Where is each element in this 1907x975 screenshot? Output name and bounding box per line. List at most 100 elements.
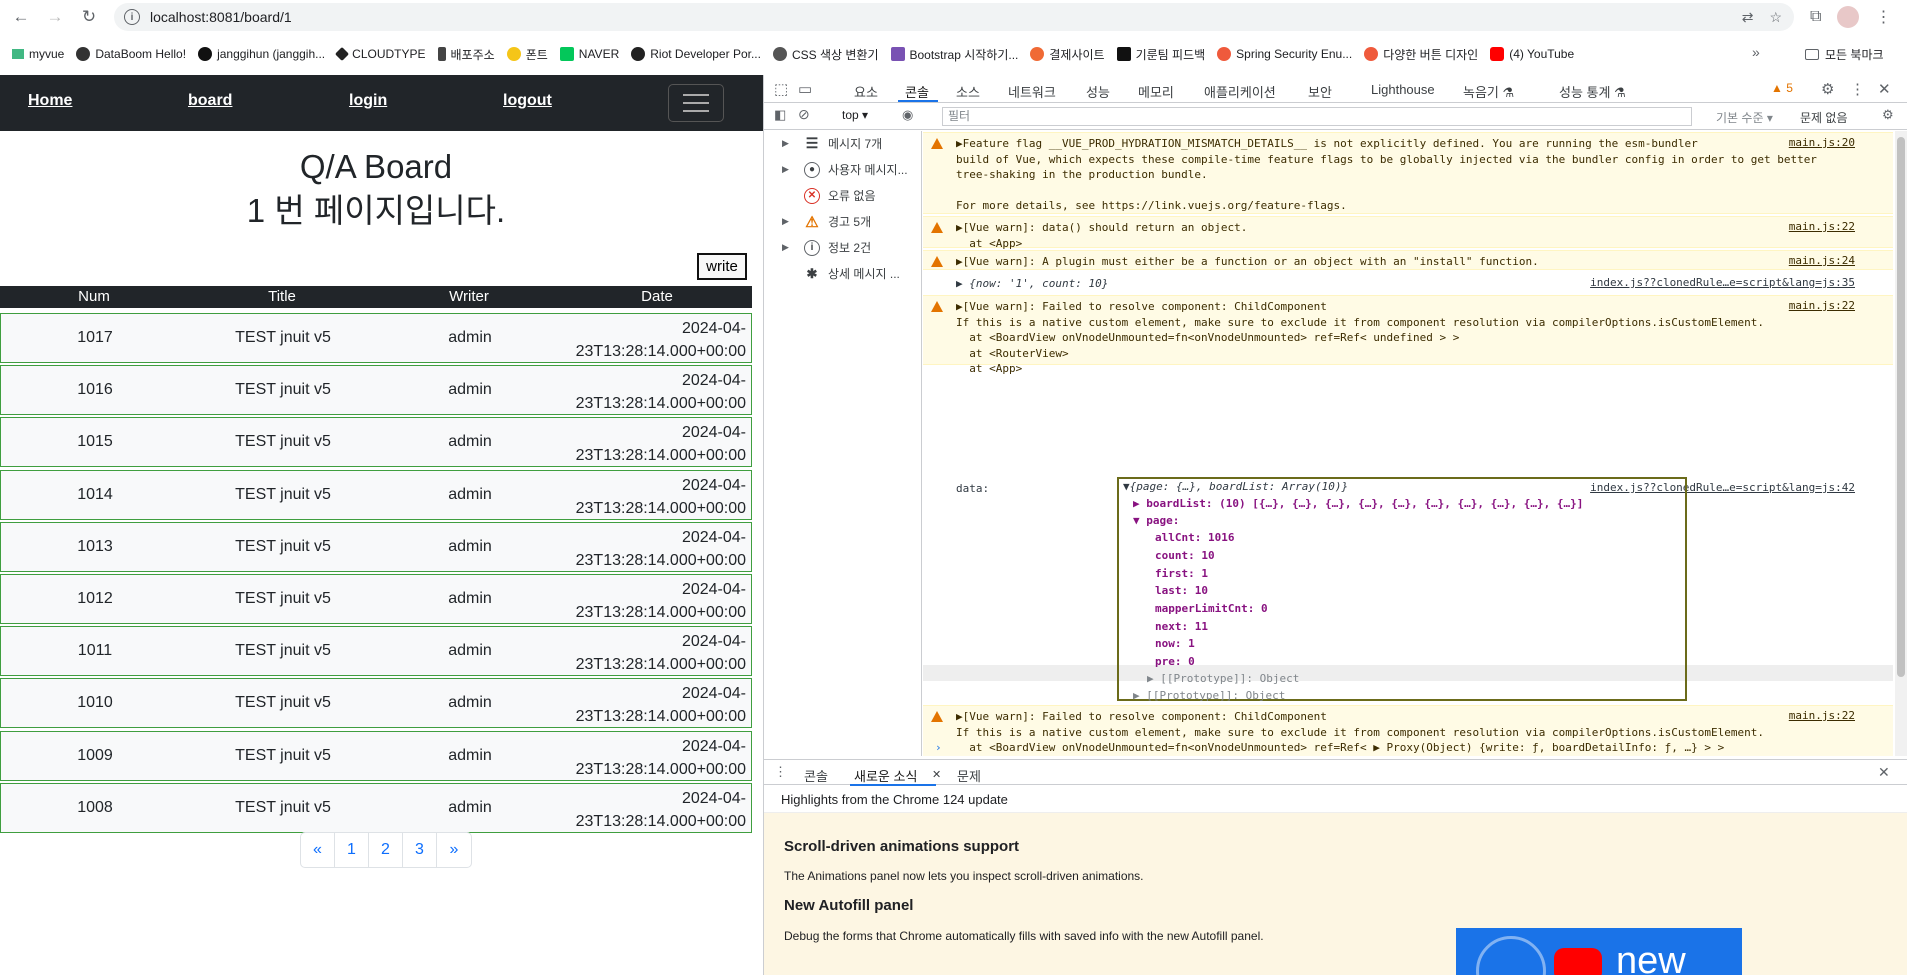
devtools-tab-sources[interactable]: 소스	[956, 82, 980, 101]
site-info-icon[interactable]: i	[124, 9, 140, 25]
sidebar-item-warnings[interactable]: ▶ ⚠ 경고 5개	[782, 213, 871, 231]
console-scrollbar[interactable]	[1895, 131, 1907, 756]
devtools-tab-elements[interactable]: 요소	[854, 82, 878, 101]
pagination-prev[interactable]: «	[301, 833, 335, 867]
devtools-tab-memory[interactable]: 메모리	[1138, 82, 1174, 101]
all-bookmarks-button[interactable]: 모든 북마크	[1805, 46, 1884, 63]
table-row[interactable]: 1010 TEST jnuit v5 admin 2024-04-23T13:28:1…	[0, 678, 752, 729]
table-row[interactable]: 1014 TEST jnuit v5 admin 2024-04-23T13:28:1…	[0, 469, 752, 520]
bookmark-item[interactable]: janggihun (janggih...	[198, 47, 325, 61]
address-bar[interactable]: i localhost:8081/board/1 ⇄ ☆	[114, 3, 1794, 31]
nav-link-board[interactable]: board	[188, 92, 232, 110]
write-button[interactable]: write	[697, 253, 747, 280]
issues-status[interactable]: 문제 없음	[1800, 109, 1848, 126]
devtools-tab-performance-insights[interactable]: 성능 통계 ⚗	[1559, 82, 1626, 101]
menu-kebab-icon[interactable]: ⋮	[1875, 7, 1891, 27]
devtools-tab-application[interactable]: 애플리케이션	[1204, 82, 1276, 101]
console-warning[interactable]: ▶[Vue warn]: Failed to resolve component…	[923, 295, 1893, 375]
table-row[interactable]: 1012 TEST jnuit v5 admin 2024-04-23T13:28:1…	[0, 574, 752, 624]
close-drawer-icon[interactable]: ✕	[1878, 764, 1890, 781]
devtools-tab-recorder[interactable]: 녹음기 ⚗	[1463, 82, 1514, 101]
nav-link-logout[interactable]: logout	[503, 92, 552, 110]
object-property-page[interactable]: ▼ page:	[1133, 514, 1179, 527]
sidebar-item-errors[interactable]: ✕ 오류 없음	[782, 187, 876, 204]
nav-link-home[interactable]: Home	[28, 92, 72, 110]
object-property-boardlist[interactable]: ▶ boardList: (10) [{…}, {…}, {…}, {…}, {…	[1133, 497, 1583, 510]
table-row[interactable]: 1013 TEST jnuit v5 admin 2024-04-23T13:28:1…	[0, 521, 752, 572]
inspect-element-icon[interactable]: ⬚	[774, 80, 788, 98]
table-row[interactable]: 1015 TEST jnuit v5 admin 2024-04-23T13:28:1…	[0, 417, 752, 468]
bookmark-item[interactable]: Spring Security Enu...	[1217, 47, 1352, 61]
sidebar-toggle-icon[interactable]: ◧	[774, 107, 786, 123]
pagination-page-3[interactable]: 3	[403, 833, 437, 867]
close-devtools-icon[interactable]: ✕	[1878, 80, 1891, 98]
translate-icon[interactable]: ⇄	[1742, 9, 1754, 26]
bookmark-star-icon[interactable]: ☆	[1769, 9, 1782, 26]
console-filter-input[interactable]: 필터	[942, 107, 1692, 126]
pagination-page-2[interactable]: 2	[369, 833, 403, 867]
source-link[interactable]: main.js:22	[1789, 709, 1855, 722]
eye-icon[interactable]: ◉	[902, 107, 913, 123]
object-prototype[interactable]: ▶ [[Prototype]]: Object	[1133, 689, 1285, 702]
table-row[interactable]: 1011 TEST jnuit v5 admin 2024-04-23T13:28:1…	[0, 626, 752, 677]
profile-avatar[interactable]	[1837, 6, 1860, 28]
bookmark-item[interactable]: NAVER	[559, 47, 619, 61]
sidebar-item-info[interactable]: ▶ i 정보 2건	[782, 239, 871, 256]
bookmark-item[interactable]: Bootstrap 시작하기...	[890, 46, 1018, 63]
bookmark-item[interactable]: 기룬팀 피드백	[1116, 46, 1205, 63]
console-prompt[interactable]: ›	[935, 740, 942, 755]
bookmark-item[interactable]: CSS 색상 변환기	[772, 46, 879, 63]
settings-gear-icon[interactable]: ⚙	[1821, 80, 1834, 98]
bookmark-item[interactable]: 폰트	[506, 46, 548, 63]
console-warning[interactable]: ▶[Vue warn]: data() should return an obj…	[923, 216, 1893, 250]
devtools-tab-performance[interactable]: 성능	[1086, 82, 1110, 101]
devtools-tab-lighthouse[interactable]: Lighthouse	[1371, 82, 1435, 97]
news-video-thumbnail[interactable]: new	[1456, 928, 1742, 975]
more-options-icon[interactable]: ⋮	[1850, 80, 1865, 98]
news-heading[interactable]: Scroll-driven animations support	[784, 838, 1019, 855]
drawer-tab-console[interactable]: 콘솔	[804, 766, 828, 785]
console-settings-icon[interactable]: ⚙	[1882, 107, 1894, 123]
extensions-icon[interactable]: ⧉	[1810, 8, 1821, 26]
console-log-object[interactable]: ▶ {now: '1', count: 10}	[956, 276, 1108, 291]
bookmark-item[interactable]: 결제사이트	[1030, 46, 1105, 63]
log-level-dropdown[interactable]: 기본 수준 ▾	[1716, 109, 1773, 126]
navbar-toggler-button[interactable]	[668, 84, 724, 122]
pagination-page-1[interactable]: 1	[335, 833, 369, 867]
device-toolbar-icon[interactable]: ▭	[798, 80, 812, 98]
bookmark-item[interactable]: DataBoom Hello!	[76, 47, 186, 61]
console-warning[interactable]: ▶Feature flag __VUE_PROD_HYDRATION_MISMA…	[923, 132, 1893, 214]
bookmark-item[interactable]: Riot Developer Por...	[631, 47, 761, 61]
drawer-tab-whats-new[interactable]: 새로운 소식	[854, 766, 917, 785]
source-link[interactable]: main.js:22	[1789, 299, 1855, 312]
pagination-next[interactable]: »	[437, 833, 471, 867]
table-row[interactable]: 1016 TEST jnuit v5 admin 2024-04-23T13:28:1…	[0, 365, 752, 416]
console-warning[interactable]: ▶[Vue warn]: A plugin must either be a f…	[923, 250, 1893, 270]
bookmark-item[interactable]: 배포주소	[437, 46, 495, 63]
bookmarks-more-button[interactable]: »	[1752, 44, 1760, 60]
reload-icon[interactable]: ↻	[76, 4, 102, 30]
object-summary[interactable]: ▼{page: {…}, boardList: Array(10)}	[1123, 480, 1348, 493]
console-warning[interactable]: ▶[Vue warn]: Failed to resolve component…	[923, 705, 1893, 756]
drawer-tab-issues[interactable]: 문제	[957, 766, 981, 785]
drawer-tab-close-icon[interactable]: ✕	[932, 768, 941, 781]
forward-arrow-icon[interactable]: →	[42, 4, 68, 30]
table-row[interactable]: 1017 TEST jnuit v5 admin 2024-04-23T13:28:1…	[0, 313, 752, 363]
bookmark-item[interactable]: CLOUDTYPE	[335, 46, 426, 62]
sidebar-item-messages[interactable]: ▶ ☰ 메시지 7개	[782, 135, 882, 152]
bookmark-item[interactable]: myvue	[12, 47, 64, 61]
devtools-tab-console[interactable]: 콘솔	[905, 82, 929, 101]
warnings-badge[interactable]: ▲ 5	[1771, 81, 1793, 95]
bookmark-item[interactable]: 다양한 버튼 디자인	[1364, 46, 1478, 63]
clear-console-icon[interactable]: ⊘	[798, 106, 810, 123]
table-row[interactable]: 1009 TEST jnuit v5 admin 2024-04-23T13:28:1…	[0, 730, 752, 781]
news-heading[interactable]: New Autofill panel	[784, 897, 913, 914]
source-link[interactable]: index.js??clonedRule…e=script&lang=js:35	[1590, 276, 1855, 289]
back-arrow-icon[interactable]: ←	[8, 4, 34, 30]
object-prototype[interactable]: ▶ [[Prototype]]: Object	[1147, 672, 1299, 685]
nav-link-login[interactable]: login	[349, 92, 387, 110]
source-link[interactable]: main.js:22	[1789, 220, 1855, 233]
devtools-tab-security[interactable]: 보안	[1308, 82, 1332, 101]
context-selector[interactable]: top ▾	[842, 108, 868, 122]
devtools-tab-network[interactable]: 네트워크	[1008, 82, 1056, 101]
